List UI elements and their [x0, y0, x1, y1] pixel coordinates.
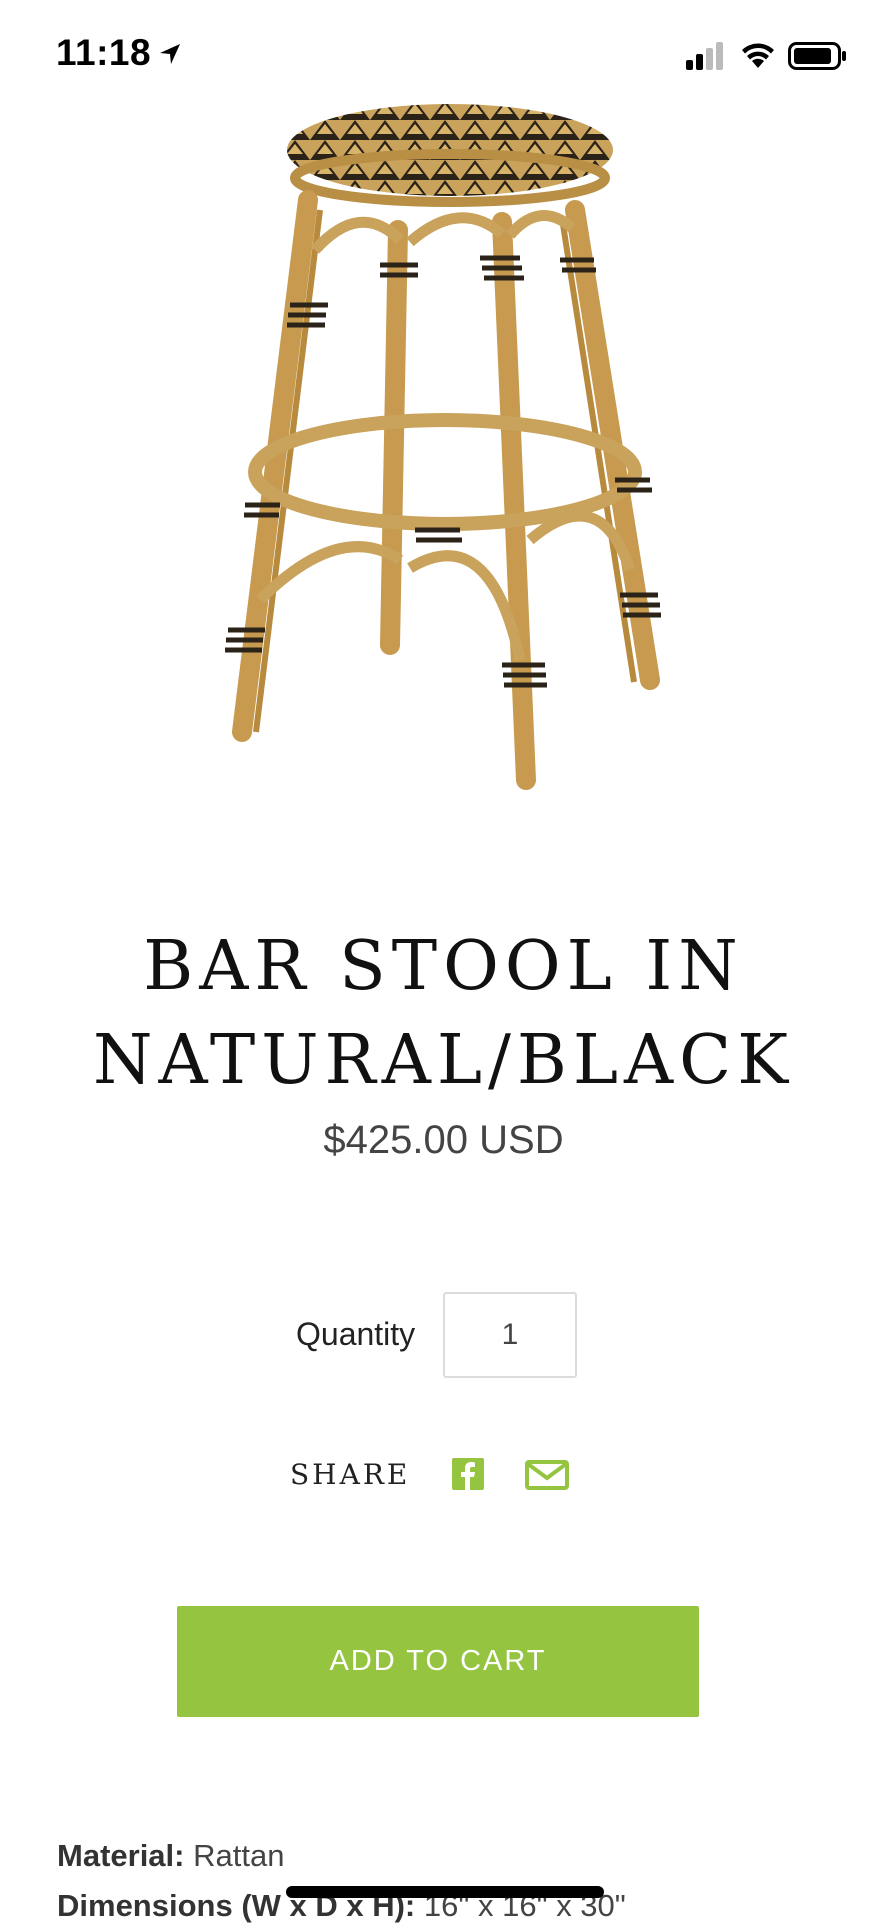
- product-image[interactable]: [220, 100, 680, 790]
- location-arrow-icon: [160, 44, 180, 64]
- add-to-cart-button[interactable]: ADD TO CART: [177, 1606, 699, 1717]
- status-bar: 11:18: [0, 0, 887, 110]
- wifi-icon: [742, 43, 774, 68]
- share-label: SHARE: [290, 1458, 411, 1491]
- spec-label: Material:: [57, 1838, 185, 1873]
- stool-footrest: [248, 413, 642, 531]
- spec-value: Rattan: [184, 1838, 285, 1873]
- quantity-input[interactable]: [443, 1292, 577, 1378]
- spec-material: Material: Rattan: [57, 1838, 284, 1874]
- email-icon[interactable]: [525, 1460, 569, 1490]
- cellular-signal-icon: [686, 42, 723, 70]
- battery-icon: [788, 42, 846, 70]
- status-time: 11:18: [56, 32, 152, 73]
- home-indicator[interactable]: [286, 1886, 604, 1898]
- stool-legs: [232, 190, 660, 790]
- facebook-icon[interactable]: [452, 1458, 484, 1490]
- quantity-label: Quantity: [296, 1316, 416, 1352]
- product-title: BAR STOOL IN NATURAL/BLACK: [93, 927, 794, 1100]
- product-price: $425.00 USD: [323, 1118, 564, 1162]
